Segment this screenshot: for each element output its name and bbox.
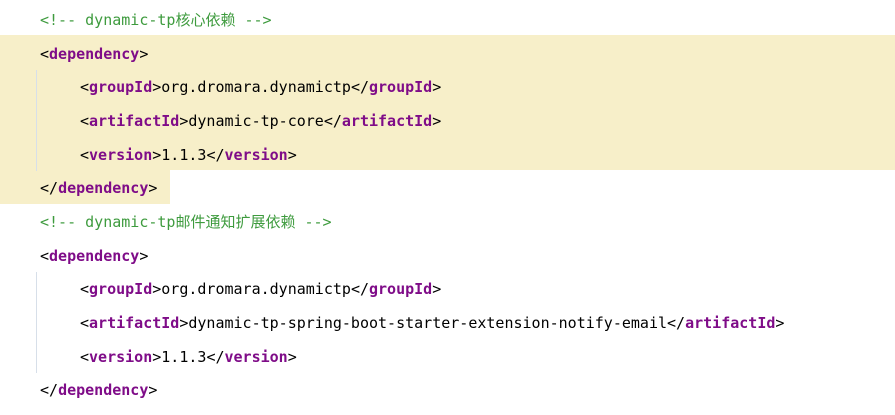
code-line[interactable]: <!-- dynamic-tp邮件通知扩展依赖 --> — [40, 205, 332, 239]
tag-bracket: > — [432, 78, 442, 96]
tag-bracket: </ — [350, 280, 369, 298]
tag-value: 1.1.3 — [161, 348, 207, 366]
code-line[interactable]: <dependency> — [40, 239, 148, 273]
code-line[interactable]: </dependency> — [40, 171, 157, 205]
tag-name: dependency — [58, 179, 149, 197]
tag-name: artifactId — [89, 112, 180, 130]
tag-bracket: > — [775, 314, 785, 332]
tag-bracket: > — [152, 348, 162, 366]
xml-comment: <!-- dynamic-tp核心依赖 --> — [40, 11, 272, 29]
tag-name: groupId — [89, 78, 153, 96]
tag-value: dynamic-tp-spring-boot-starter-extension… — [188, 314, 668, 332]
code-line[interactable]: <dependency> — [40, 37, 148, 71]
tag-name: version — [89, 348, 153, 366]
tag-bracket: < — [40, 45, 50, 63]
tag-bracket: > — [287, 348, 297, 366]
tag-value: 1.1.3 — [161, 146, 207, 164]
indent-guide — [36, 70, 37, 171]
tag-bracket: > — [139, 247, 149, 265]
tag-bracket: < — [80, 280, 90, 298]
code-line[interactable]: </dependency> — [40, 373, 157, 407]
tag-name: dependency — [49, 247, 140, 265]
tag-name: version — [224, 348, 288, 366]
tag-name: groupId — [369, 280, 433, 298]
tag-bracket: > — [152, 78, 162, 96]
tag-name: version — [224, 146, 288, 164]
tag-bracket: > — [287, 146, 297, 164]
tag-bracket: < — [40, 247, 50, 265]
tag-bracket: < — [80, 146, 90, 164]
tag-bracket: > — [432, 280, 442, 298]
tag-value: org.dromara.dynamictp — [161, 78, 351, 96]
tag-bracket: > — [152, 280, 162, 298]
tag-bracket: </ — [350, 78, 369, 96]
code-line[interactable]: <groupId>org.dromara.dynamictp</groupId> — [80, 70, 441, 104]
tag-name: dependency — [58, 381, 149, 399]
tag-value: dynamic-tp-core — [188, 112, 324, 130]
tag-value: org.dromara.dynamictp — [161, 280, 351, 298]
tag-name: dependency — [49, 45, 140, 63]
tag-bracket: < — [80, 314, 90, 332]
code-line[interactable]: <artifactId>dynamic-tp-core</artifactId> — [80, 104, 441, 138]
tag-name: groupId — [369, 78, 433, 96]
indent-guide — [36, 272, 37, 373]
tag-bracket: </ — [40, 381, 59, 399]
tag-bracket: < — [80, 78, 90, 96]
tag-bracket: </ — [206, 348, 225, 366]
tag-name: artifactId — [685, 314, 776, 332]
tag-bracket: </ — [667, 314, 686, 332]
tag-bracket: </ — [323, 112, 342, 130]
code-line[interactable]: <version>1.1.3</version> — [80, 340, 297, 374]
tag-bracket: > — [139, 45, 149, 63]
tag-bracket: > — [148, 381, 158, 399]
code-line[interactable]: <artifactId>dynamic-tp-spring-boot-start… — [80, 306, 784, 340]
tag-name: version — [89, 146, 153, 164]
tag-name: artifactId — [89, 314, 180, 332]
tag-bracket: > — [148, 179, 158, 197]
tag-bracket: < — [80, 348, 90, 366]
tag-bracket: > — [432, 112, 442, 130]
code-line[interactable]: <groupId>org.dromara.dynamictp</groupId> — [80, 272, 441, 306]
tag-bracket: </ — [40, 179, 59, 197]
code-line[interactable]: <!-- dynamic-tp核心依赖 --> — [40, 3, 272, 37]
code-line[interactable]: <version>1.1.3</version> — [80, 138, 297, 172]
xml-comment: <!-- dynamic-tp邮件通知扩展依赖 --> — [40, 213, 332, 231]
tag-bracket: < — [80, 112, 90, 130]
tag-bracket: > — [152, 146, 162, 164]
tag-name: groupId — [89, 280, 153, 298]
tag-bracket: </ — [206, 146, 225, 164]
tag-name: artifactId — [341, 112, 433, 130]
